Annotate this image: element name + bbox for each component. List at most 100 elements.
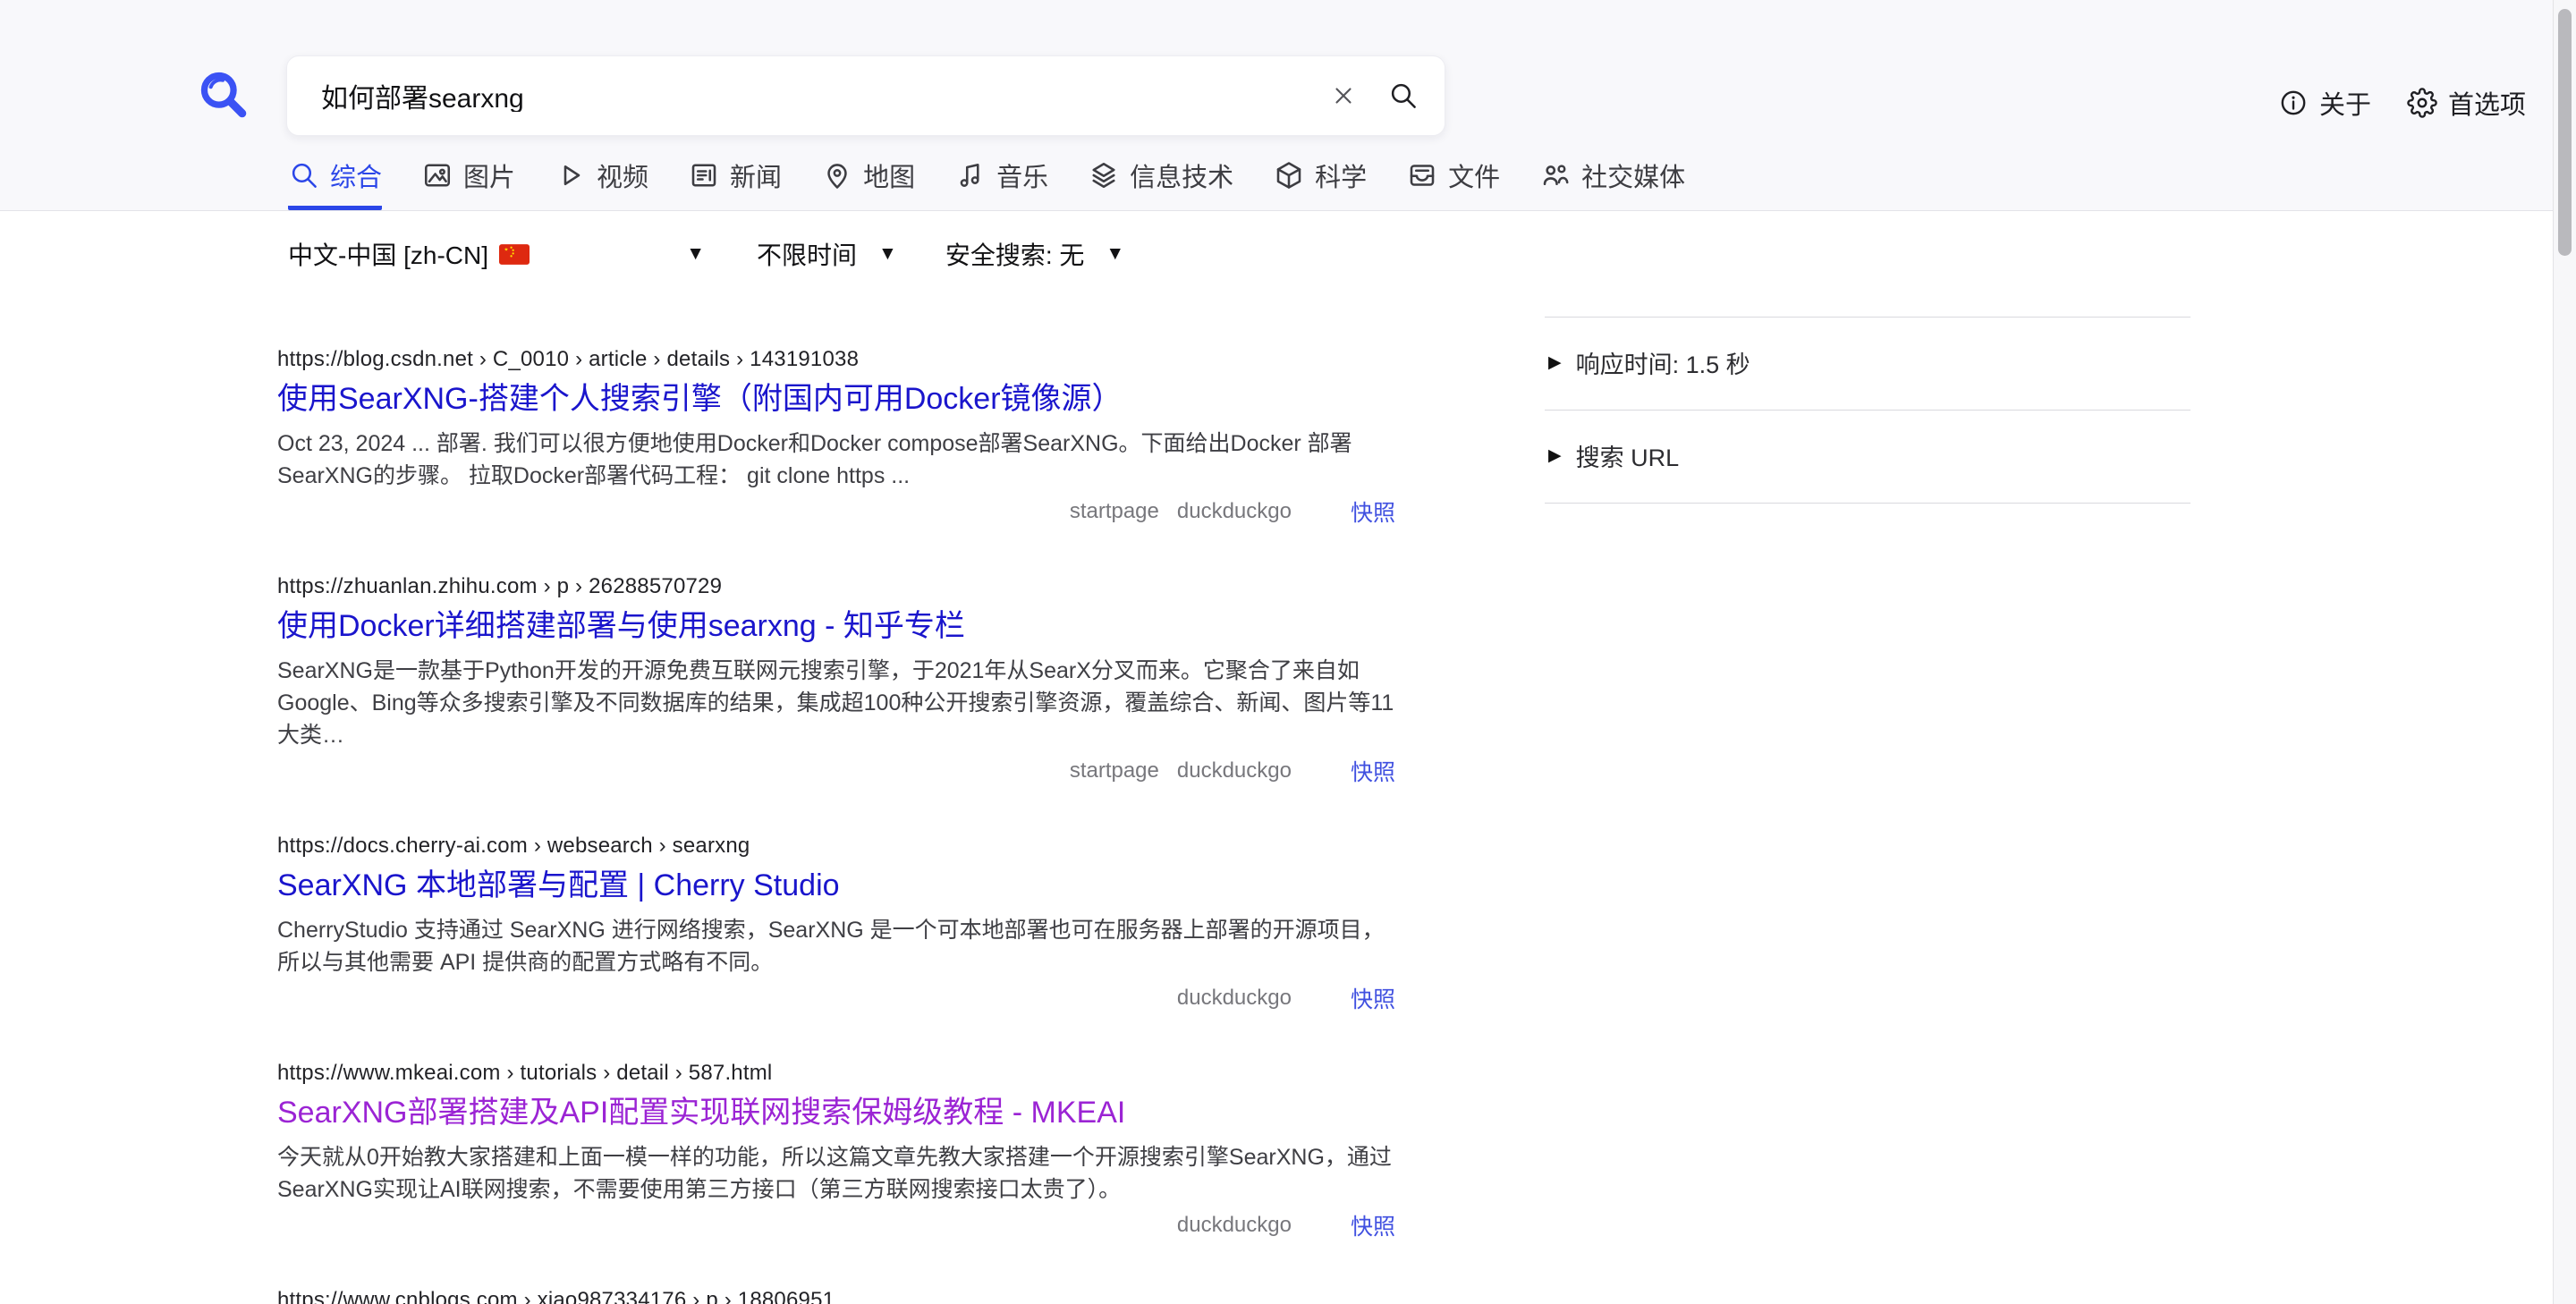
dots-vertical-icon[interactable] — [1309, 759, 1333, 783]
tab-音乐[interactable]: 音乐 — [954, 157, 1048, 210]
about-label: 关于 — [2319, 84, 2371, 122]
chevron-down-icon: ▼ — [686, 243, 705, 265]
preferences-label: 首选项 — [2448, 84, 2526, 122]
response-time-toggle[interactable]: ▶ 响应时间: 1.5 秒 — [1545, 317, 2190, 410]
it-icon — [1088, 159, 1120, 191]
cached-link[interactable]: 快照 — [1351, 495, 1395, 528]
dots-vertical-icon[interactable] — [1309, 500, 1333, 523]
result-meta: duckduckgo 快照 — [277, 1209, 1395, 1241]
chevron-right-icon: ▶ — [1548, 445, 1562, 466]
safesearch-select[interactable]: 安全搜索: 无 ▼ — [945, 236, 1124, 272]
search-input[interactable] — [319, 80, 1330, 112]
time-range-select[interactable]: 不限时间 ▼ — [757, 236, 897, 272]
scrollbar-track[interactable] — [2553, 0, 2576, 1304]
tab-综合[interactable]: 综合 — [288, 157, 382, 210]
tab-信息技术[interactable]: 信息技术 — [1088, 157, 1233, 210]
tab-label: 信息技术 — [1130, 157, 1233, 194]
time-range-value: 不限时间 — [757, 236, 857, 272]
result-snippet: SearXNG是一款基于Python开发的开源免费互联网元搜索引擎，于2021年… — [277, 655, 1395, 751]
result-url: https://www.mkeai.com › tutorials › deta… — [277, 1061, 1395, 1086]
video-icon — [555, 159, 587, 191]
cached-link[interactable]: 快照 — [1351, 982, 1395, 1014]
preferences-link[interactable]: 首选项 — [2407, 84, 2526, 122]
result-title-link[interactable]: 使用SearXNG-搭建个人搜索引擎（附国内可用Docker镜像源） — [277, 379, 1123, 419]
result-meta: duckduckgo 快照 — [277, 982, 1395, 1014]
engine-label: duckduckgo — [1177, 986, 1292, 1011]
tab-地图[interactable]: 地图 — [821, 157, 915, 210]
search-result: https://blog.csdn.net › C_0010 › article… — [277, 347, 1395, 528]
image-icon — [421, 159, 453, 191]
dots-vertical-icon[interactable] — [1309, 986, 1333, 1010]
chevron-down-icon: ▼ — [878, 243, 897, 265]
chevron-right-icon: ▶ — [1548, 352, 1562, 373]
tab-文件[interactable]: 文件 — [1406, 157, 1500, 210]
chevron-down-icon: ▼ — [1106, 243, 1124, 265]
search-bar — [286, 55, 1445, 136]
cn-flag-icon — [499, 244, 530, 265]
news-icon — [688, 159, 720, 191]
filter-bar: 中文-中国 [zh-CN] ▼ 不限时间 ▼ 安全搜索: 无 ▼ — [288, 236, 1124, 272]
language-value: 中文-中国 [zh-CN] — [288, 236, 488, 272]
result-url: https://www.cnblogs.com › xiao987334176 … — [277, 1288, 1395, 1304]
result-snippet: CherryStudio 支持通过 SearXNG 进行网络搜索，SearXNG… — [277, 914, 1395, 978]
result-snippet: 今天就从0开始教大家搭建和上面一模一样的功能，所以这篇文章先教大家搭建一个开源搜… — [277, 1141, 1395, 1206]
header-links: 关于 首选项 — [2278, 84, 2526, 122]
gear-icon — [2407, 88, 2437, 118]
tab-label: 音乐 — [996, 157, 1048, 194]
language-select[interactable]: 中文-中国 [zh-CN] ▼ — [288, 236, 705, 272]
safesearch-value: 安全搜索: 无 — [945, 236, 1085, 272]
tab-label: 视频 — [597, 157, 648, 194]
tab-科学[interactable]: 科学 — [1273, 157, 1367, 210]
tab-label: 综合 — [330, 157, 382, 194]
result-url: https://blog.csdn.net › C_0010 › article… — [277, 347, 1395, 372]
search-result: https://www.mkeai.com › tutorials › deta… — [277, 1061, 1395, 1241]
social-icon — [1539, 159, 1572, 191]
result-meta: startpage duckduckgo 快照 — [277, 755, 1395, 787]
engine-label: duckduckgo — [1177, 499, 1292, 524]
result-meta: startpageduckduckgo 快照 — [277, 495, 1395, 528]
files-icon — [1406, 159, 1438, 191]
science-icon — [1273, 159, 1305, 191]
tab-视频[interactable]: 视频 — [555, 157, 648, 210]
map-icon — [821, 159, 853, 191]
search-result: https://zhuanlan.zhihu.com › p › 2628857… — [277, 574, 1395, 787]
dots-vertical-icon[interactable] — [1309, 1214, 1333, 1237]
searxng-results-page: 关于 首选项 综合 图片 视频 新闻 地图 音乐 信息技术 — [0, 0, 2576, 1304]
result-url: https://docs.cherry-ai.com › websearch ›… — [277, 834, 1395, 859]
music-icon — [954, 159, 987, 191]
result-title-link[interactable]: 使用Docker详细搭建部署与使用searxng - 知乎专栏 — [277, 606, 965, 646]
tab-新闻[interactable]: 新闻 — [688, 157, 782, 210]
search-submit-icon[interactable] — [1387, 80, 1419, 112]
scrollbar-thumb[interactable] — [2558, 9, 2572, 256]
result-title-link[interactable]: SearXNG 本地部署与配置 | Cherry Studio — [277, 866, 840, 905]
info-sidebar: ▶ 响应时间: 1.5 秒 ▶ 搜索 URL — [1545, 317, 2190, 504]
header: 关于 首选项 综合 图片 视频 新闻 地图 音乐 信息技术 — [0, 0, 2576, 211]
info-icon — [2278, 88, 2309, 118]
tab-图片[interactable]: 图片 — [421, 157, 515, 210]
searxng-logo-icon — [197, 68, 249, 120]
engine-label: duckduckgo — [1177, 1213, 1292, 1238]
response-time-label: 响应时间: 1.5 秒 — [1576, 345, 1750, 380]
clear-search-icon[interactable] — [1330, 82, 1357, 109]
result-url: https://zhuanlan.zhihu.com › p › 2628857… — [277, 574, 1395, 599]
search-icon — [288, 159, 320, 191]
cached-link[interactable]: 快照 — [1351, 1209, 1395, 1241]
search-result: https://www.cnblogs.com › xiao987334176 … — [277, 1288, 1395, 1304]
tab-label: 社交媒体 — [1581, 157, 1685, 194]
engine-label: startpage — [1070, 758, 1159, 783]
result-snippet: Oct 23, 2024 ... 部署. 我们可以很方便地使用Docker和Do… — [277, 428, 1395, 492]
result-title-link[interactable]: SearXNG部署搭建及API配置实现联网搜索保姆级教程 - MKEAI — [277, 1093, 1125, 1132]
results-list: https://blog.csdn.net › C_0010 › article… — [277, 347, 1395, 1304]
tab-label: 新闻 — [730, 157, 782, 194]
tab-label: 科学 — [1315, 157, 1367, 194]
about-link[interactable]: 关于 — [2278, 84, 2371, 122]
tab-社交媒体[interactable]: 社交媒体 — [1539, 157, 1685, 210]
category-tabs: 综合 图片 视频 新闻 地图 音乐 信息技术 科学 文件 社交媒体 — [288, 157, 1685, 210]
cached-link[interactable]: 快照 — [1351, 755, 1395, 787]
engine-label: duckduckgo — [1177, 758, 1292, 783]
search-url-label: 搜索 URL — [1576, 438, 1680, 473]
tab-label: 文件 — [1448, 157, 1500, 194]
search-result: https://docs.cherry-ai.com › websearch ›… — [277, 834, 1395, 1014]
search-url-toggle[interactable]: ▶ 搜索 URL — [1545, 410, 2190, 503]
tab-label: 地图 — [863, 157, 915, 194]
